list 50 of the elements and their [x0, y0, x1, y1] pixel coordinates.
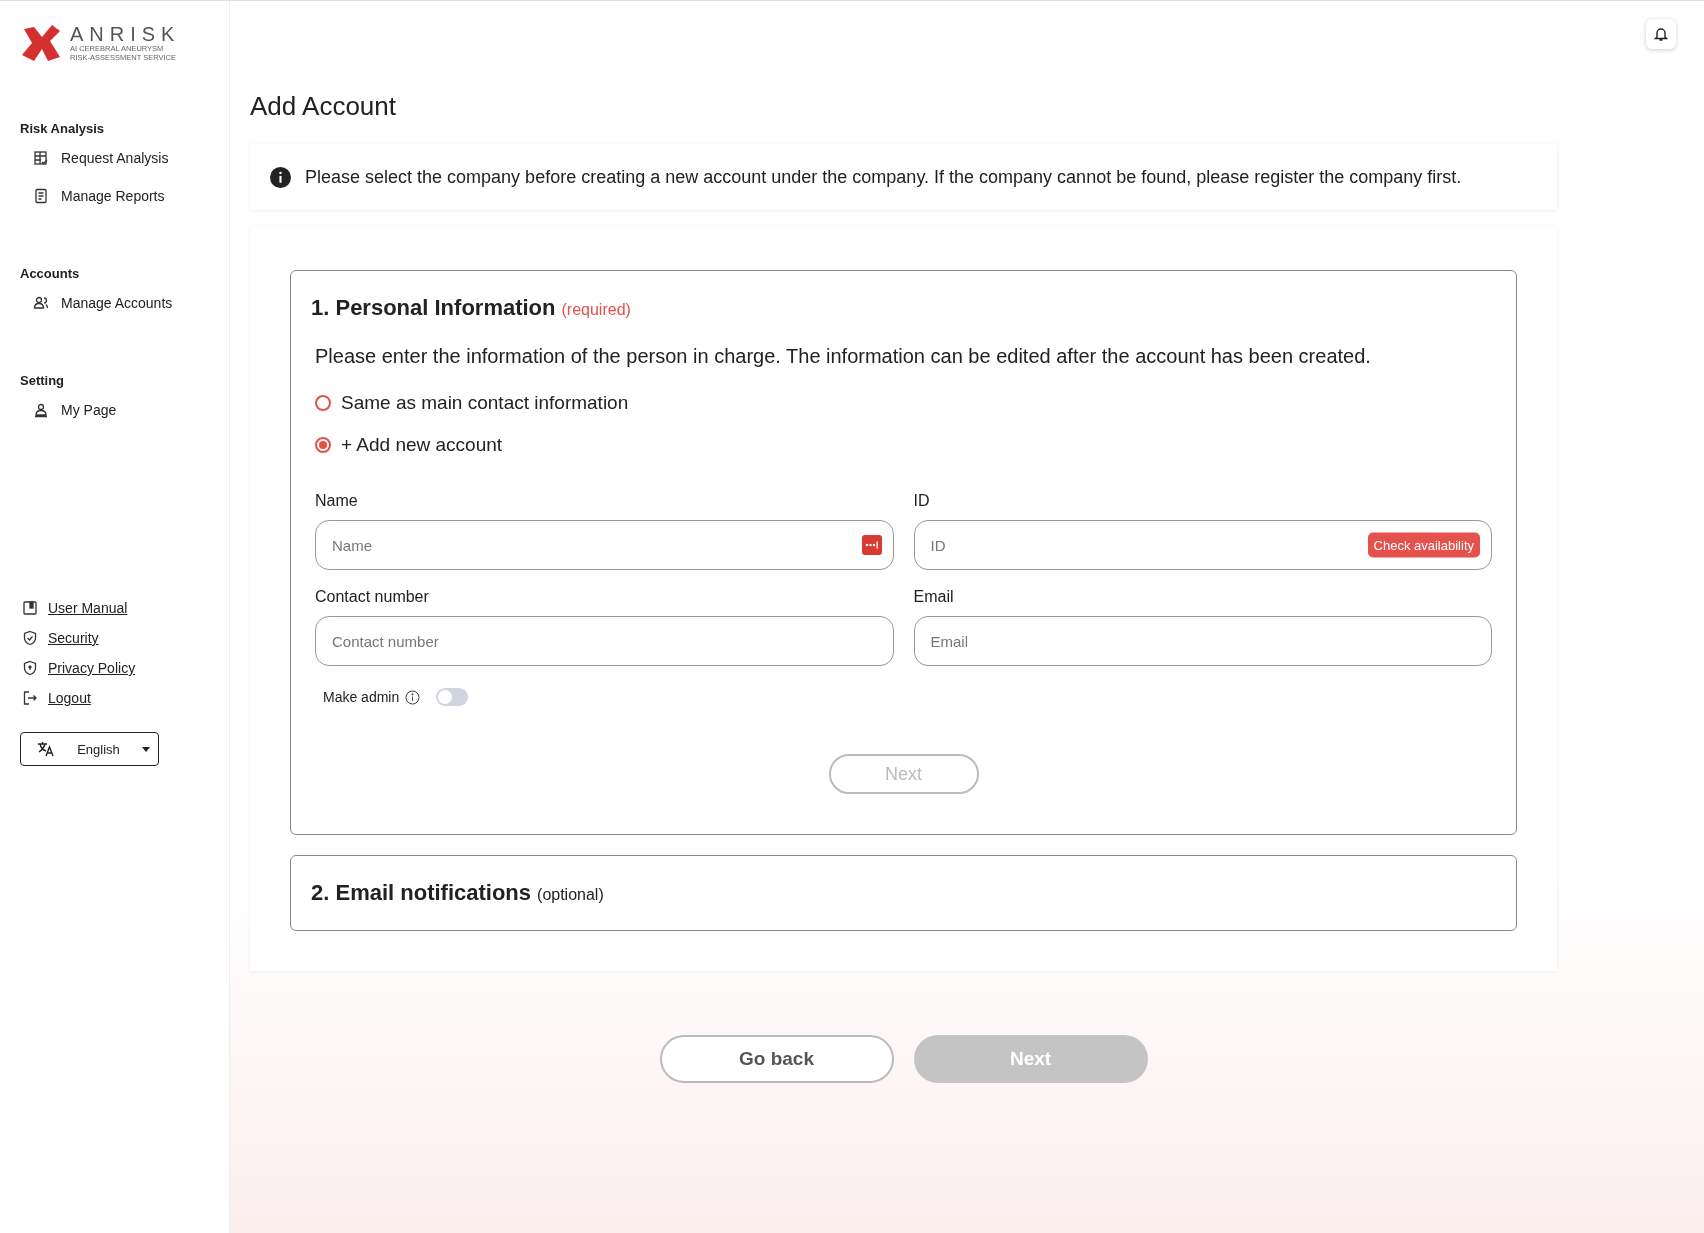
- notification-button[interactable]: [1646, 19, 1676, 49]
- sidebar-link[interactable]: Privacy Policy: [48, 660, 136, 676]
- sidebar-link[interactable]: Logout: [48, 690, 91, 706]
- field-label: Email: [913, 588, 955, 606]
- go-back-button[interactable]: Go back: [659, 1035, 894, 1083]
- section-title: 1. Personal Information: [311, 295, 556, 321]
- section-title: 2. Email notifications: [311, 880, 532, 906]
- section-tag: (required): [561, 301, 631, 319]
- caret-icon: [142, 746, 150, 752]
- nav-item[interactable]: My Page: [20, 402, 229, 418]
- nav-section-title: Risk Analysis: [20, 121, 106, 136]
- document-icon: [33, 188, 49, 204]
- field-label: Contact number: [315, 588, 430, 606]
- book-icon: [22, 600, 38, 616]
- logout-icon: [22, 690, 38, 706]
- section-description: Please enter the information of the person in charge. The information can be edited after the account has been created.: [315, 345, 1372, 368]
- bell-icon: [1654, 26, 1668, 42]
- toggle-label: Make admin: [323, 689, 400, 705]
- shield-icon: [22, 660, 38, 676]
- field-label: ID: [913, 492, 931, 510]
- language-select[interactable]: English: [20, 732, 159, 766]
- field-label: Name: [315, 492, 359, 510]
- checklist-icon: [33, 150, 49, 166]
- radio-button[interactable]: [315, 395, 331, 411]
- brand-name: ANRISK: [70, 24, 181, 44]
- check-availability-button[interactable]: Check availability: [1367, 532, 1480, 558]
- users-icon: [33, 295, 49, 311]
- info-icon: [405, 689, 421, 705]
- shield-check-icon: [22, 630, 38, 646]
- input-field[interactable]: Email: [913, 616, 1492, 666]
- section-tag: (optional): [537, 886, 604, 904]
- page-title: Add Account: [250, 91, 397, 122]
- autofill-icon: [861, 535, 882, 555]
- input-field[interactable]: Name: [315, 520, 894, 570]
- info-icon: [270, 166, 291, 188]
- nav-item[interactable]: Request Analysis: [20, 150, 229, 166]
- nav-item[interactable]: Manage Reports: [20, 188, 229, 204]
- input-field[interactable]: Contact number: [315, 616, 894, 666]
- user-icon: [33, 402, 49, 418]
- nav-item[interactable]: Manage Accounts: [20, 295, 229, 311]
- sidebar-link[interactable]: Security: [48, 630, 99, 646]
- toggle-switch[interactable]: [436, 688, 469, 706]
- translate-icon: [37, 741, 55, 757]
- nav-section-title: Accounts: [20, 266, 81, 281]
- radio-button[interactable]: [315, 437, 331, 453]
- radio-label: Same as main contact information: [341, 392, 629, 414]
- radio-label: + Add new account: [341, 434, 503, 456]
- nav-section-title: Setting: [20, 373, 66, 388]
- notice-text: Please select the company before creating a new account under the company. If the company cannot be found, please register the company first.: [305, 166, 1462, 188]
- sidebar-link[interactable]: User Manual: [48, 600, 128, 616]
